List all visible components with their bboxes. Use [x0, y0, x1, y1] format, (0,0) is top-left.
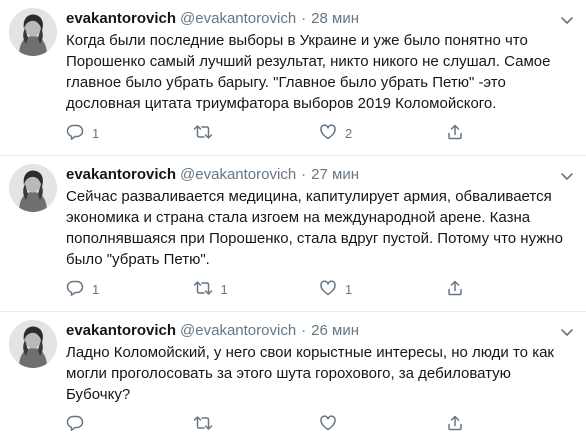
timestamp[interactable]: 27 мин [311, 166, 359, 183]
like-icon [319, 123, 337, 144]
tweet-content: evakantorovich @evakantorovich · 28 мин Ког… [66, 0, 572, 155]
tweet-content: evakantorovich @evakantorovich · 27 мин Сей… [66, 156, 572, 311]
retweet-icon [193, 123, 213, 144]
reply-icon [66, 279, 84, 300]
like-button[interactable] [319, 414, 446, 435]
tweet[interactable]: evakantorovich @evakantorovich · 27 мин Сей… [0, 156, 586, 312]
tweet-text: Когда были последние выборы в Украине и … [66, 32, 551, 112]
separator-dot: · [301, 322, 307, 339]
separator-dot: · [301, 166, 307, 183]
like-count: 1 [345, 281, 353, 297]
retweet-count: 1 [220, 281, 228, 297]
share-icon [446, 279, 464, 300]
tweet-header: evakantorovich @evakantorovich · 28 мин [66, 0, 572, 29]
tweet-header: evakantorovich @evakantorovich · 26 мин [66, 312, 572, 341]
author-name[interactable]: evakantorovich [66, 166, 176, 183]
avatar[interactable] [9, 8, 57, 56]
reply-button[interactable] [66, 414, 193, 435]
tweet-actions: 1 1 1 [66, 279, 572, 311]
retweet-button[interactable] [193, 123, 320, 144]
avatar[interactable] [9, 164, 57, 212]
retweet-icon [193, 414, 213, 435]
reply-button[interactable]: 1 [66, 123, 193, 144]
author-name[interactable]: evakantorovich [66, 322, 176, 339]
like-icon [319, 279, 337, 300]
share-button[interactable] [446, 123, 573, 144]
tweet-thread: evakantorovich @evakantorovich · 28 мин Ког… [0, 0, 586, 446]
reply-icon [66, 123, 84, 144]
author-handle[interactable]: @evakantorovich [180, 322, 296, 339]
share-icon [446, 123, 464, 144]
like-button[interactable]: 2 [319, 123, 446, 144]
author-handle[interactable]: @evakantorovich [180, 10, 296, 27]
timestamp[interactable]: 26 мин [311, 322, 359, 339]
retweet-icon [193, 279, 213, 300]
author-name[interactable]: evakantorovich [66, 10, 176, 27]
like-count: 2 [345, 125, 353, 141]
tweet-text: Сейчас разваливается медицина, капитулир… [66, 188, 563, 268]
author-handle[interactable]: @evakantorovich [180, 166, 296, 183]
caret-down-icon[interactable] [558, 168, 576, 186]
retweet-button[interactable]: 1 [193, 279, 320, 300]
separator-dot: · [301, 10, 307, 27]
like-button[interactable]: 1 [319, 279, 446, 300]
tweet-header: evakantorovich @evakantorovich · 27 мин [66, 156, 572, 185]
tweet-actions: 1 2 [66, 123, 572, 155]
caret-down-icon[interactable] [558, 324, 576, 342]
reply-button[interactable]: 1 [66, 279, 193, 300]
reply-icon [66, 414, 84, 435]
reply-count: 1 [92, 281, 100, 297]
share-icon [446, 414, 464, 435]
reply-count: 1 [92, 125, 100, 141]
timestamp[interactable]: 28 мин [311, 10, 359, 27]
caret-down-icon[interactable] [558, 12, 576, 30]
share-button[interactable] [446, 279, 573, 300]
share-button[interactable] [446, 414, 573, 435]
tweet[interactable]: evakantorovich @evakantorovich · 28 мин Ког… [0, 0, 586, 156]
tweet-content: evakantorovich @evakantorovich · 26 мин Лад… [66, 312, 572, 446]
like-icon [319, 414, 337, 435]
retweet-button[interactable] [193, 414, 320, 435]
avatar[interactable] [9, 320, 57, 368]
tweet-text: Ладно Коломойский, у него свои корыстные… [66, 344, 554, 403]
tweet[interactable]: evakantorovich @evakantorovich · 26 мин Лад… [0, 312, 586, 446]
tweet-actions [66, 414, 572, 446]
